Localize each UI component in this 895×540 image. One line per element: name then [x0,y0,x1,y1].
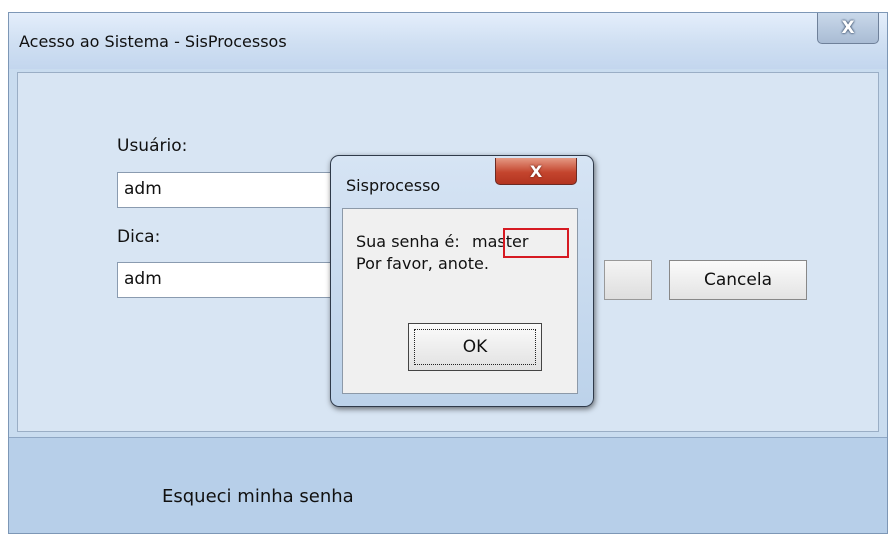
message-dialog: Sisprocesso X Sua senha é: master Por fa… [330,155,594,407]
password-message-note: Por favor, anote. [356,254,489,273]
cancel-button[interactable]: Cancela [669,260,807,300]
hint-field[interactable]: adm [117,262,347,298]
dialog-close-button[interactable]: X [495,158,577,185]
user-label: Usuário: [117,136,188,156]
password-message-prefix: Sua senha é: [356,232,460,251]
forgot-password-link[interactable]: Esqueci minha senha [162,486,354,507]
close-icon: X [529,161,543,181]
ok-button-partial[interactable] [604,260,652,300]
user-field[interactable]: adm [117,172,347,208]
close-icon: X [841,18,855,38]
ok-button[interactable]: OK [408,323,542,371]
dialog-title: Sisprocesso [346,176,441,195]
window-close-button[interactable]: X [817,13,879,44]
window-title: Acesso ao Sistema - SisProcessos [19,32,287,51]
password-highlight-box [503,228,569,258]
title-bar: Acesso ao Sistema - SisProcessos X [9,13,887,69]
hint-label: Dica: [117,227,161,247]
ok-button-label: OK [462,337,488,357]
footer-panel: Esqueci minha senha [9,437,887,533]
